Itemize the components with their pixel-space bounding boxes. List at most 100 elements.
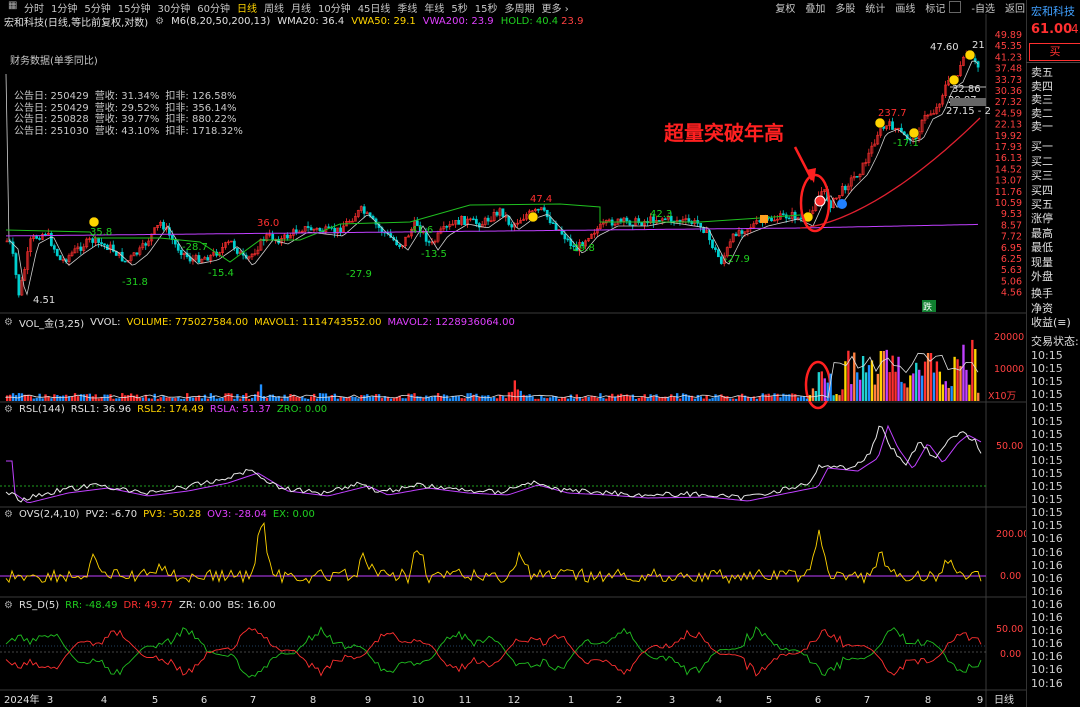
volume-bar [808,395,812,401]
candle-body [286,234,289,239]
candle-body [640,222,644,226]
candle-body [232,240,236,249]
volume-bar [543,397,546,401]
volume-bar [711,397,714,401]
quote-divider [1026,62,1080,63]
volume-bar [670,394,673,401]
volume-bar [894,371,897,401]
candle-body [176,243,180,251]
volume-bar [941,384,944,401]
price-label: 21 [972,40,985,51]
volume-bar [295,396,298,401]
volume-bar [35,397,38,401]
volume-bar [531,396,534,401]
trade-time: 10:16 [1031,558,1063,572]
volume-bar [938,371,942,401]
candle-body [657,220,661,222]
trade-time: 10:16 [1031,584,1063,598]
volume-bar [215,398,218,401]
trade-time: 10:16 [1031,650,1063,664]
volume-bar [153,393,156,401]
volume-bar [947,387,950,401]
rsd-title: ⚙ RS_D(5) RR: -48.49 DR: 49.77 ZR: 0.00 … [4,600,276,611]
volume-bar [587,396,590,401]
volume-bar [581,398,584,401]
candle-body [734,233,738,236]
candle-body [542,207,546,211]
volume-bar [959,366,962,401]
vol-name: VOL_金(3,25) [18,319,85,330]
ovs-settings-icon[interactable]: ⚙ [4,509,13,520]
volume-bar [289,393,292,401]
rsd-zr: ZR: 0.00 [179,600,222,611]
rsd-settings-icon[interactable]: ⚙ [4,600,13,611]
ovs-axis-label: 200.00 [996,529,1026,540]
volume-bar [693,398,697,401]
price-label: 47.60 [930,42,959,53]
rsd-bs: BS: 16.00 [227,600,276,611]
price-axis-label: 9.53 [1001,209,1022,220]
volume-bar [32,398,35,401]
volume-bar [504,398,508,401]
volume-bar [549,397,552,401]
candle-body [687,218,691,222]
candle-body [427,241,431,243]
trade-time: 10:15 [1031,493,1063,507]
price-axis-label: 7.72 [1001,232,1022,243]
volume-bar [888,372,891,401]
volume-bar [339,396,342,401]
volume-bar [490,398,493,401]
volume-bar [431,396,434,401]
candle-body [843,186,847,191]
volume-bar [274,396,277,401]
volume-bar [761,393,764,401]
candle-body [97,237,100,243]
volume-bar [147,398,151,401]
quote-stat-label: 收益(≡) [1031,316,1071,329]
volume-bar [265,397,269,401]
volume-bar [619,393,623,401]
volume-bar [956,359,959,401]
volume-bar [194,397,198,401]
volume-bar [918,369,921,401]
candle-body [123,260,127,263]
rsl-settings-icon[interactable]: ⚙ [4,404,13,415]
vol-settings-icon[interactable]: ⚙ [4,317,13,328]
volume-bar [794,394,797,401]
volume-bar [59,396,62,401]
candle-body [472,218,475,221]
candle-body [714,247,717,250]
buy-button[interactable]: 买 [1029,43,1080,61]
volume-bar [965,369,968,401]
volume-bar [664,396,667,401]
quote-stock-name: 宏和科技 [1031,5,1075,18]
volume-bar [534,398,537,401]
volume-bar [876,373,880,401]
volume-bar [109,394,112,401]
price-axis-label: 13.07 [995,176,1022,187]
ovs-name: OVS(2,4,10) [18,509,80,520]
price-axis-label: 4.56 [1001,288,1022,299]
volume-bar [867,365,871,401]
trade-time: 10:16 [1031,676,1063,690]
candle-body [14,253,18,275]
volume-bar [923,361,927,401]
volume-bar [507,392,511,401]
price-label: 27.15 - 2 [946,106,991,117]
price-axis-label: 17.93 [995,142,1022,153]
xaxis-month: 12 [508,695,521,706]
volume-bar [392,398,395,401]
price-axis-label: 24.59 [995,108,1022,119]
xaxis-month: 6 [201,695,207,706]
price-label: 35.8 [90,227,112,238]
trade-time: 10:16 [1031,571,1063,585]
candle-body [463,215,466,225]
volume-bar [410,394,413,401]
candle-body [770,217,773,222]
volume-bar [493,397,496,401]
price-label: -31.8 [122,277,148,288]
volume-bar [44,394,47,401]
price-axis-label: 14.52 [995,164,1022,175]
candle-body [474,218,478,224]
volume-bar [377,394,381,401]
